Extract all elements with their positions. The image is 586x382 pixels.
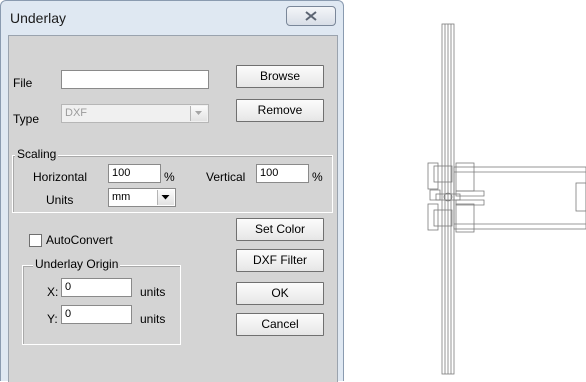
close-button[interactable] [286, 6, 336, 26]
horizontal-scale-input[interactable]: 100 [108, 164, 161, 183]
dialog-client-area: File Browse Type DXF Remove Scaling Hori… [8, 35, 338, 382]
horizontal-label: Horizontal [33, 170, 88, 184]
chevron-down-icon [157, 190, 174, 205]
horizontal-percent: % [164, 170, 175, 184]
file-input[interactable] [61, 70, 209, 89]
close-icon [305, 11, 317, 21]
vertical-scale-input[interactable]: 100 [256, 164, 309, 183]
origin-x-label: X: [47, 285, 59, 299]
vertical-label: Vertical [206, 170, 246, 184]
ok-button[interactable]: OK [236, 282, 324, 305]
set-color-button[interactable]: Set Color [236, 218, 324, 241]
origin-x-units: units [140, 285, 166, 299]
autoconvert-label: AutoConvert [46, 233, 113, 247]
origin-y-units: units [140, 312, 166, 326]
origin-y-input[interactable]: 0 [61, 305, 132, 324]
scaling-group-title: Scaling [15, 147, 59, 161]
remove-button[interactable]: Remove [236, 99, 324, 122]
origin-y-label: Y: [47, 312, 58, 326]
cancel-button[interactable]: Cancel [236, 313, 324, 336]
underlay-origin-title: Underlay Origin [33, 257, 121, 271]
file-label: File [13, 76, 33, 90]
type-select[interactable]: DXF [61, 104, 209, 123]
units-select[interactable]: mm [108, 188, 176, 207]
browse-button[interactable]: Browse [236, 65, 324, 88]
chevron-down-icon [190, 106, 207, 121]
underlay-dialog: Underlay File Browse Type DXF Remove Sca… [0, 0, 344, 382]
dxf-filter-button[interactable]: DXF Filter [236, 249, 324, 272]
cad-preview-drawing [427, 23, 586, 375]
units-label: Units [46, 193, 74, 207]
type-label: Type [13, 112, 40, 126]
type-select-value: DXF [65, 107, 87, 119]
autoconvert-checkbox[interactable] [29, 234, 42, 247]
title-bar[interactable]: Underlay [1, 1, 343, 35]
dialog-title: Underlay [10, 10, 67, 26]
vertical-percent: % [312, 170, 323, 184]
units-select-value: mm [112, 191, 131, 203]
origin-x-input[interactable]: 0 [61, 278, 132, 297]
